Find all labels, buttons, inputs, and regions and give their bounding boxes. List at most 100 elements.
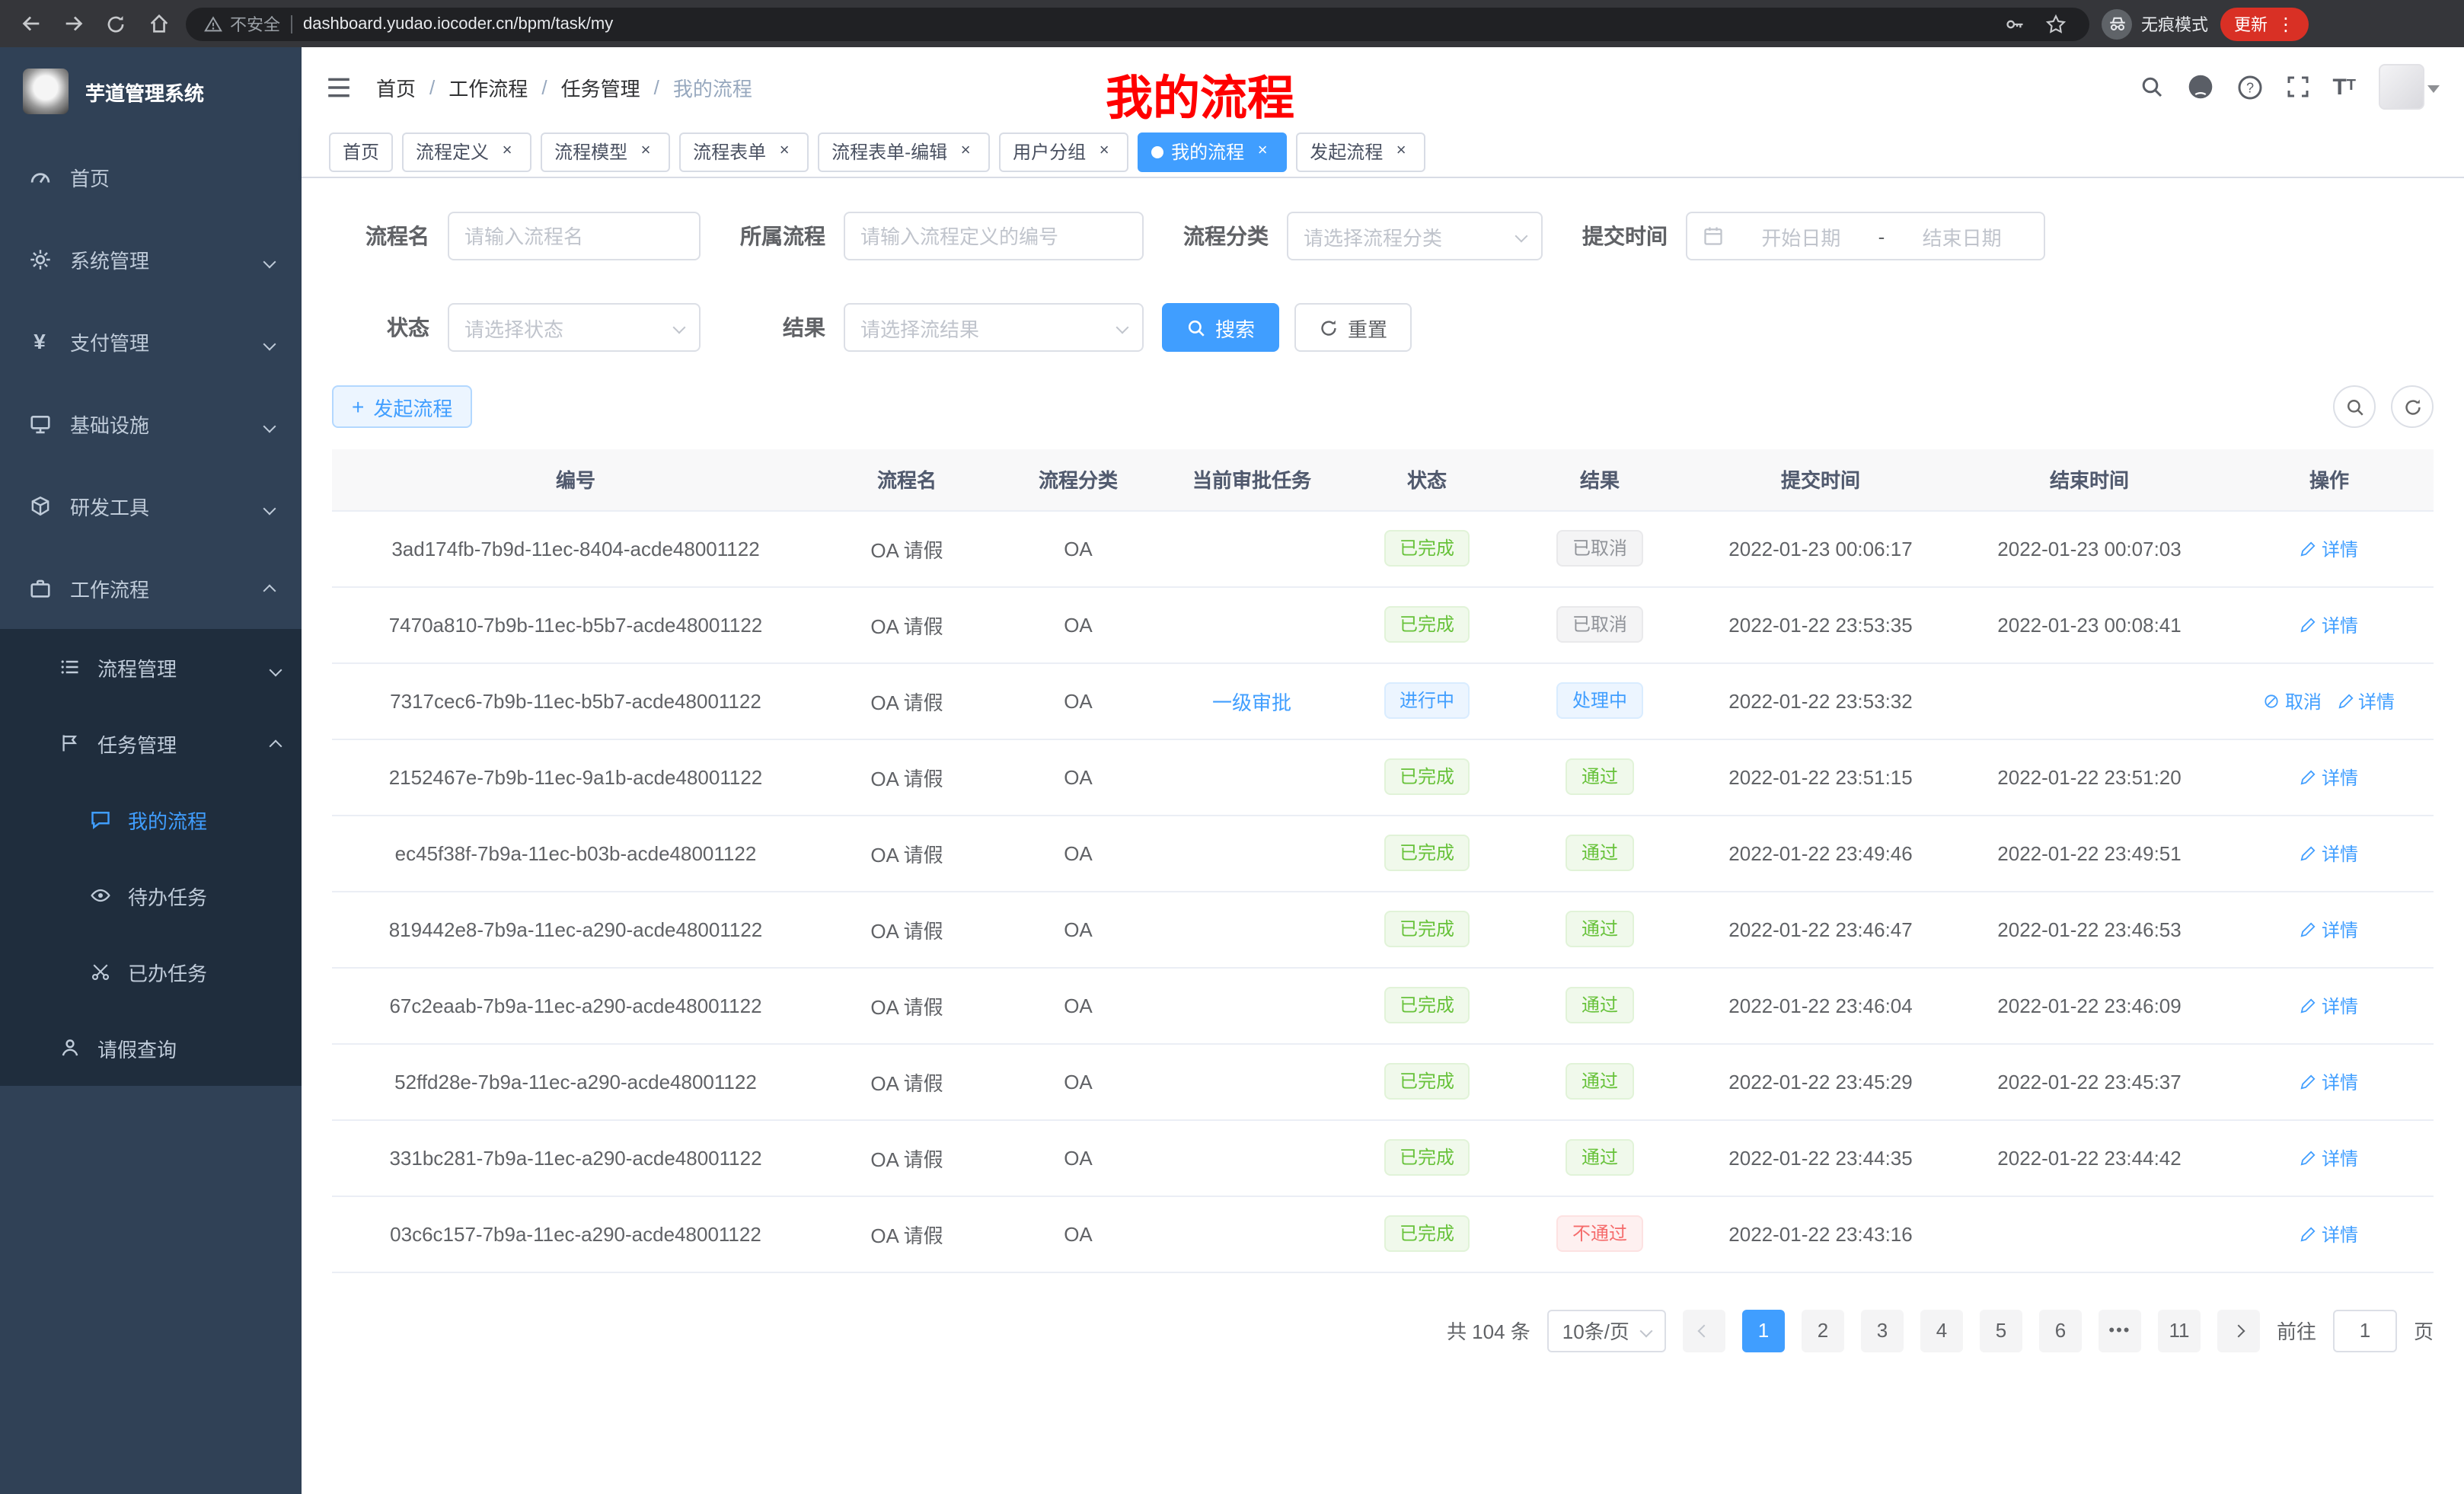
edit-icon [2300, 1073, 2317, 1090]
sidebar-item-system[interactable]: 系统管理 [0, 218, 302, 300]
url-text[interactable]: dashboard.yudao.iocoder.cn/bpm/task/my [303, 14, 613, 33]
font-size-icon[interactable]: TT [2332, 75, 2356, 98]
detail-link[interactable]: 详情 [2300, 1144, 2358, 1170]
help-icon[interactable]: ? [2236, 74, 2262, 100]
tab-process-form[interactable]: 流程表单 × [679, 132, 809, 171]
address-bar[interactable]: 不安全 dashboard.yudao.iocoder.cn/bpm/task/… [186, 7, 2089, 40]
sidebar-item-devtools[interactable]: 研发工具 [0, 464, 302, 547]
detail-link[interactable]: 详情 [2300, 535, 2358, 561]
chevron-right-icon [2232, 1324, 2245, 1337]
process-name-input[interactable] [464, 225, 684, 247]
detail-link[interactable]: 详情 [2300, 764, 2358, 790]
detail-link[interactable]: 详情 [2300, 840, 2358, 866]
app-logo[interactable]: 芋道管理系统 [0, 47, 302, 136]
show-search-button[interactable] [2333, 385, 2376, 428]
close-icon[interactable]: × [1252, 141, 1273, 162]
close-icon[interactable]: × [1093, 141, 1115, 162]
update-button[interactable]: 更新 ⋮ [2220, 7, 2309, 40]
start-process-button[interactable]: + 发起流程 [332, 385, 472, 428]
tab-my-process[interactable]: 我的流程 × [1138, 132, 1287, 171]
tab-home[interactable]: 首页 [329, 132, 393, 171]
close-icon[interactable]: × [496, 141, 518, 162]
user-menu[interactable] [2379, 64, 2440, 110]
result-badge: 不通过 [1557, 1215, 1642, 1252]
detail-link[interactable]: 详情 [2300, 611, 2358, 637]
close-icon[interactable]: × [635, 141, 656, 162]
sidebar-item-my-process[interactable]: 我的流程 [0, 781, 302, 857]
date-range-picker[interactable]: 开始日期 - 结束日期 [1686, 212, 2045, 260]
page-button-6[interactable]: 6 [2039, 1309, 2082, 1352]
close-icon[interactable]: × [774, 141, 795, 162]
sidebar-item-home[interactable]: 首页 [0, 136, 302, 218]
sidebar-item-leave-query[interactable]: 请假查询 [0, 1010, 302, 1086]
sidebar-item-done-task[interactable]: 已办任务 [0, 934, 302, 1010]
edit-icon [2300, 768, 2317, 785]
detail-link[interactable]: 详情 [2300, 992, 2358, 1018]
reload-icon[interactable] [101, 8, 131, 39]
hamburger-icon[interactable] [326, 74, 352, 100]
cancel-link[interactable]: 取消 [2264, 688, 2322, 713]
breadcrumb-task-mgmt[interactable]: 任务管理 [561, 72, 640, 101]
page-button-5[interactable]: 5 [1980, 1309, 2022, 1352]
forward-icon[interactable] [58, 8, 88, 39]
browser-menu-icon[interactable]: ⋮ [2277, 14, 2295, 33]
breadcrumb-workflow[interactable]: 工作流程 [448, 72, 528, 101]
tab-process-model[interactable]: 流程模型 × [541, 132, 670, 171]
tab-user-group[interactable]: 用户分组 × [999, 132, 1128, 171]
process-def-input[interactable] [860, 225, 1127, 247]
edit-icon [2300, 616, 2317, 633]
prev-page-button[interactable] [1683, 1309, 1725, 1352]
status-select[interactable]: 请选择状态 [448, 303, 701, 352]
search-icon[interactable] [2139, 75, 2163, 99]
category-label: 流程分类 [1144, 221, 1287, 251]
detail-link[interactable]: 详情 [2300, 916, 2358, 942]
caret-down-icon [2427, 85, 2440, 93]
goto-page-input[interactable] [2333, 1309, 2397, 1352]
end-date-placeholder[interactable]: 结束日期 [1923, 222, 2002, 251]
sidebar-item-payment[interactable]: ¥ 支付管理 [0, 300, 302, 382]
tab-process-form-edit[interactable]: 流程表单-编辑 × [818, 132, 990, 171]
fullscreen-icon[interactable] [2285, 75, 2309, 99]
close-icon[interactable]: × [1390, 141, 1412, 162]
detail-link[interactable]: 详情 [2300, 1221, 2358, 1247]
more-pages-icon[interactable]: ••• [2099, 1309, 2141, 1352]
current-task-link[interactable]: 一级审批 [1212, 691, 1291, 713]
category-select[interactable]: 请选择流程分类 [1287, 212, 1543, 260]
search-button[interactable]: 搜索 [1162, 303, 1279, 352]
sidebar-item-workflow[interactable]: 工作流程 [0, 547, 302, 629]
chevron-down-icon [265, 412, 274, 435]
navbar-actions: ? TT [2139, 64, 2440, 110]
close-icon[interactable]: × [955, 141, 976, 162]
sidebar-item-process-mgmt[interactable]: 流程管理 [0, 629, 302, 705]
page-button-3[interactable]: 3 [1861, 1309, 1904, 1352]
page-button-11[interactable]: 11 [2158, 1309, 2201, 1352]
back-icon[interactable] [15, 8, 46, 39]
start-date-placeholder[interactable]: 开始日期 [1761, 222, 1840, 251]
bookmark-star-icon[interactable] [2041, 8, 2071, 39]
page-size-select[interactable]: 10条/页 [1547, 1309, 1666, 1352]
security-chip[interactable]: 不安全 [204, 11, 280, 36]
tab-process-definition[interactable]: 流程定义 × [402, 132, 531, 171]
github-icon[interactable] [2186, 73, 2213, 101]
page-button-4[interactable]: 4 [1920, 1309, 1963, 1352]
key-icon[interactable] [2000, 8, 2030, 39]
sidebar-item-infra[interactable]: 基础设施 [0, 382, 302, 464]
page-button-2[interactable]: 2 [1802, 1309, 1844, 1352]
sidebar-item-task-mgmt[interactable]: 任务管理 [0, 705, 302, 781]
tags-view: 首页 流程定义 × 流程模型 × 流程表单 × 流程表单-编辑 × [302, 126, 2464, 178]
detail-link[interactable]: 详情 [2300, 1068, 2358, 1094]
refresh-table-button[interactable] [2391, 385, 2434, 428]
avatar[interactable] [2379, 64, 2424, 110]
breadcrumb-home[interactable]: 首页 [376, 72, 416, 101]
result-select[interactable]: 请选择流结果 [844, 303, 1144, 352]
chevron-down-icon [1639, 1324, 1652, 1337]
detail-link[interactable]: 详情 [2337, 688, 2395, 713]
sidebar-item-todo-task[interactable]: 待办任务 [0, 857, 302, 934]
reset-button[interactable]: 重置 [1294, 303, 1412, 352]
page-button-1[interactable]: 1 [1742, 1309, 1785, 1352]
tab-start-process[interactable]: 发起流程 × [1296, 132, 1425, 171]
next-page-button[interactable] [2217, 1309, 2260, 1352]
warning-icon [204, 14, 222, 33]
chevron-up-icon [271, 732, 280, 755]
home-icon[interactable] [143, 8, 174, 39]
